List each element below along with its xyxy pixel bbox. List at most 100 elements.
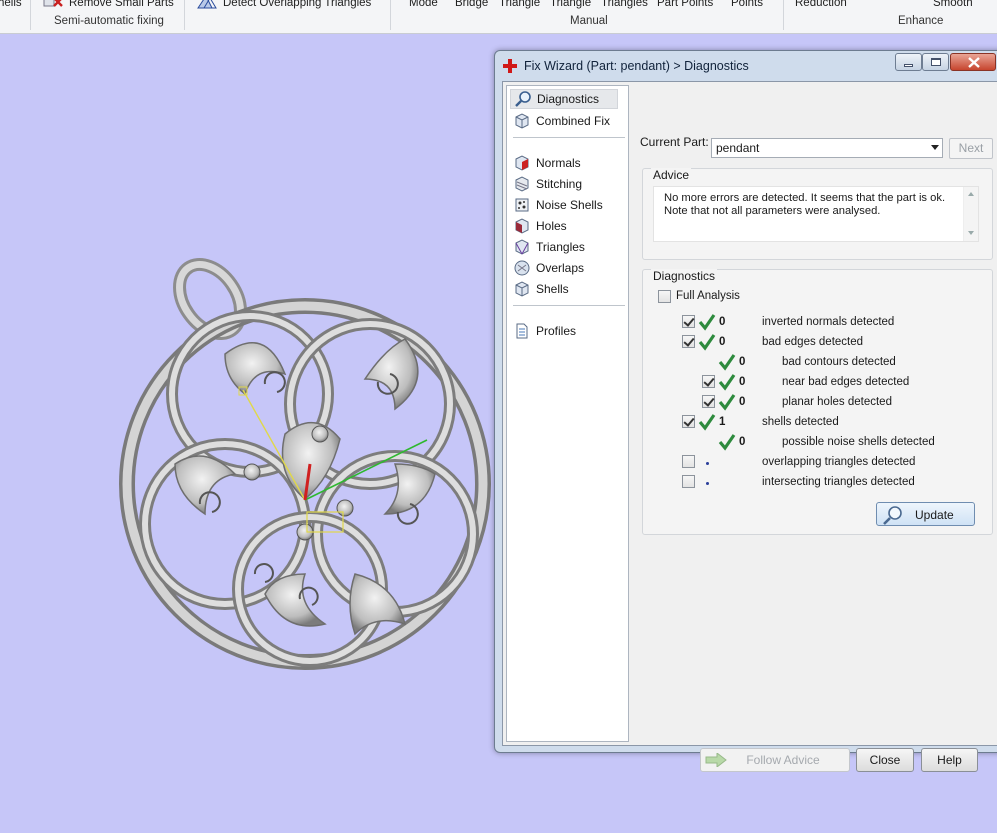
maximize-icon bbox=[931, 58, 941, 66]
ribbon-item-smooth[interactable]: Smooth bbox=[933, 0, 973, 9]
checkmark-icon bbox=[698, 314, 716, 331]
nav-item-combined-fix[interactable]: Combined Fix bbox=[513, 111, 610, 131]
window-client-area: Diagnostics Combined Fix Normals Stitchi… bbox=[502, 81, 997, 772]
diagnostics-group: Diagnostics Full Analysis 0 inverted norm… bbox=[642, 269, 993, 535]
minimize-button[interactable] bbox=[895, 53, 922, 71]
ribbon-item-reduction[interactable]: Reduction bbox=[795, 0, 847, 9]
diagnostic-checkbox[interactable] bbox=[682, 315, 695, 328]
ribbon-separator bbox=[390, 0, 391, 30]
remove-small-parts-icon bbox=[43, 0, 63, 7]
triangles-cube-icon bbox=[515, 239, 529, 255]
maximize-button[interactable] bbox=[922, 53, 949, 71]
window-titlebar[interactable]: Fix Wizard (Part: pendant) > Diagnostics bbox=[495, 51, 997, 79]
nav-label: Holes bbox=[536, 219, 567, 233]
diagnostic-label: inverted normals detected bbox=[762, 316, 895, 328]
nav-item-shells[interactable]: Shells bbox=[513, 279, 569, 299]
diagnostic-count: 1 bbox=[719, 416, 726, 428]
diagnostic-checkbox[interactable] bbox=[682, 455, 695, 468]
advice-line: Note that not all parameters were analys… bbox=[664, 205, 881, 217]
nav-label: Profiles bbox=[536, 324, 577, 338]
diagnostic-checkbox[interactable] bbox=[682, 475, 695, 488]
follow-advice-button[interactable]: Follow Advice bbox=[700, 748, 850, 772]
advice-scrollbar[interactable] bbox=[963, 187, 978, 241]
nav-item-stitching[interactable]: Stitching bbox=[513, 174, 582, 194]
advice-group: Advice No more errors are detected. It s… bbox=[642, 168, 993, 260]
close-icon bbox=[968, 57, 980, 68]
group-label-enhance: Enhance bbox=[898, 15, 944, 27]
diagnostic-row: 0 bad edges detected bbox=[643, 334, 983, 352]
checkmark-icon bbox=[718, 434, 736, 451]
nav-divider bbox=[513, 137, 625, 138]
detect-overlapping-triangles-button[interactable]: Detect Overlapping Triangles bbox=[223, 0, 371, 9]
diagnostics-group-title: Diagnostics bbox=[651, 269, 718, 283]
nav-item-profiles[interactable]: Profiles bbox=[513, 321, 576, 341]
ribbon-item-triangle[interactable]: Triangle bbox=[499, 0, 540, 9]
nav-label: Triangles bbox=[536, 240, 585, 254]
nav-item-normals[interactable]: Normals bbox=[513, 153, 581, 173]
diagnostic-count: 0 bbox=[739, 356, 746, 368]
checkmark-icon bbox=[718, 354, 736, 371]
ribbon-item-triangles[interactable]: Triangles bbox=[601, 0, 648, 9]
ribbon-item-bridge[interactable]: Bridge bbox=[455, 0, 488, 9]
cube-icon bbox=[515, 113, 529, 129]
ribbon-item-triangle-2[interactable]: Triangle bbox=[550, 0, 591, 9]
diagnostic-checkbox[interactable] bbox=[682, 335, 695, 348]
update-button[interactable]: Update bbox=[876, 502, 975, 526]
nav-item-overlaps[interactable]: Overlaps bbox=[513, 258, 584, 278]
nav-label: Combined Fix bbox=[536, 114, 611, 128]
scroll-up-arrow-icon[interactable] bbox=[968, 192, 974, 196]
nav-item-triangles[interactable]: Triangles bbox=[513, 237, 585, 257]
nav-item-noise-shells[interactable]: Noise Shells bbox=[513, 195, 603, 215]
diagnostic-label: planar holes detected bbox=[782, 396, 892, 408]
diagnostic-row: 0 planar holes detected bbox=[643, 394, 983, 412]
nav-label: Stitching bbox=[536, 177, 583, 191]
full-analysis-label: Full Analysis bbox=[676, 290, 740, 302]
diagnostic-row: overlapping triangles detected bbox=[643, 454, 983, 472]
ribbon-item-shells[interactable]: hells bbox=[0, 0, 22, 9]
next-button[interactable]: Next bbox=[949, 138, 993, 159]
ribbon-item-mode[interactable]: Mode bbox=[409, 0, 438, 9]
diagnostic-label: bad contours detected bbox=[782, 356, 896, 368]
close-button[interactable]: Close bbox=[856, 748, 914, 772]
diagnostic-checkbox[interactable] bbox=[682, 415, 695, 428]
fix-wizard-window: Fix Wizard (Part: pendant) > Diagnostics… bbox=[494, 50, 997, 772]
chevron-down-icon bbox=[931, 145, 939, 150]
noise-shells-icon bbox=[515, 198, 529, 212]
follow-advice-label: Follow Advice bbox=[746, 753, 820, 767]
update-button-label: Update bbox=[915, 508, 954, 522]
ribbon-separator bbox=[30, 0, 31, 30]
diagnostic-label: bad edges detected bbox=[762, 336, 864, 348]
ribbon-item-part-points[interactable]: Part Points bbox=[657, 0, 713, 9]
help-button[interactable]: Help bbox=[921, 748, 978, 772]
diagnostic-checkbox[interactable] bbox=[702, 395, 715, 408]
diagnostic-checkbox[interactable] bbox=[702, 375, 715, 388]
diagnostic-row: 0 bad contours detected bbox=[643, 354, 983, 372]
current-part-dropdown[interactable]: pendant bbox=[711, 138, 943, 158]
window-close-button[interactable] bbox=[950, 53, 996, 71]
window-title: Fix Wizard (Part: pendant) > Diagnostics bbox=[524, 59, 749, 73]
remove-small-parts-button[interactable]: Remove Small Parts bbox=[69, 0, 174, 9]
full-analysis-checkbox[interactable] bbox=[658, 290, 671, 303]
diagnostic-count: 0 bbox=[739, 436, 746, 448]
diagnostic-count: 0 bbox=[719, 316, 726, 328]
ribbon-item-points[interactable]: Points bbox=[731, 0, 763, 9]
advice-group-title: Advice bbox=[651, 168, 692, 182]
detect-overlapping-triangles-icon bbox=[197, 0, 217, 9]
diagnostic-count: 0 bbox=[739, 396, 746, 408]
checkmark-icon bbox=[718, 394, 736, 411]
pendant-model[interactable] bbox=[105, 244, 505, 684]
ribbon-separator bbox=[184, 0, 185, 30]
scroll-down-arrow-icon[interactable] bbox=[968, 231, 974, 235]
advice-textbox[interactable]: No more errors are detected. It seems th… bbox=[653, 186, 979, 242]
magnifier-icon bbox=[515, 91, 531, 107]
group-label-semi-automatic: Semi-automatic fixing bbox=[54, 15, 164, 27]
stitching-cube-icon bbox=[515, 176, 529, 192]
nav-item-diagnostics[interactable]: Diagnostics bbox=[510, 89, 618, 109]
pending-dot-icon bbox=[706, 462, 709, 465]
magnifier-icon bbox=[883, 506, 902, 525]
nav-item-holes[interactable]: Holes bbox=[513, 216, 567, 236]
diagnostic-row: 0 inverted normals detected bbox=[643, 314, 983, 332]
diagnostic-label: intersecting triangles detected bbox=[762, 476, 915, 488]
diagnostic-label: shells detected bbox=[762, 416, 839, 428]
diagnostic-row: 0 possible noise shells detected bbox=[643, 434, 983, 452]
